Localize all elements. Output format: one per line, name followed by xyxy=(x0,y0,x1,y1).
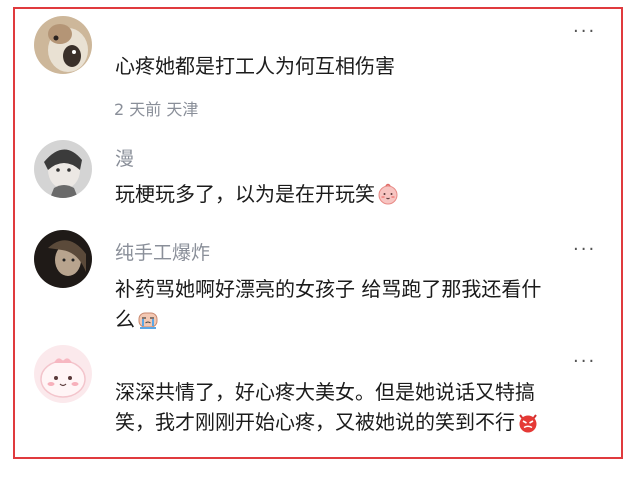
comment-text-line: 深深共情了，好心疼大美女。但是她说话又特搞 xyxy=(115,380,535,404)
comment-text: 补药骂她啊好漂亮的女孩子 给骂跑了那我还看什 么 xyxy=(115,274,541,334)
more-options-button[interactable]: ··· xyxy=(573,23,596,41)
crying-face-icon xyxy=(137,308,159,330)
comment-2: 漫 玩梗玩多了，以为是在开玩笑 xyxy=(15,129,621,221)
comment-3: 纯手工爆炸 ··· 补药骂她啊好漂亮的女孩子 给骂跑了那我还看什 么 xyxy=(15,221,621,339)
comment-1: ··· 心疼她都是打工人为何互相伤害 2 天前 天津 xyxy=(15,9,621,129)
comment-meta: 2 天前 天津 xyxy=(114,100,199,119)
comment-text-line: 心疼她都是打工人为何互相伤害 xyxy=(115,54,395,78)
avatar[interactable] xyxy=(34,140,92,198)
comment-text: 心疼她都是打工人为何互相伤害 xyxy=(115,51,395,81)
avatar[interactable] xyxy=(34,345,92,403)
comment-text-line: 玩梗玩多了，以为是在开玩笑 xyxy=(115,182,375,206)
comment-text-line: 补药骂她啊好漂亮的女孩子 给骂跑了那我还看什 xyxy=(115,277,542,301)
avatar[interactable] xyxy=(34,16,92,74)
comment-list: ··· 心疼她都是打工人为何互相伤害 2 天前 天津 漫 玩梗玩多了，以为是在开… xyxy=(13,7,623,459)
avatar[interactable] xyxy=(34,230,92,288)
comment-text: 玩梗玩多了，以为是在开玩笑 xyxy=(115,179,399,209)
comment-text-line: 笑，我才刚刚开始心疼，又被她说的笑到不行 xyxy=(115,410,515,434)
comment-text-line: 么 xyxy=(115,307,135,331)
comment-4: ··· 深深共情了，好心疼大美女。但是她说话又特搞 笑，我才刚刚开始心疼，又被她… xyxy=(15,339,621,459)
username[interactable]: 纯手工爆炸 xyxy=(115,238,210,265)
more-options-button[interactable]: ··· xyxy=(573,353,596,371)
comment-text: 深深共情了，好心疼大美女。但是她说话又特搞 笑，我才刚刚开始心疼，又被她说的笑到… xyxy=(115,377,539,437)
angry-devil-icon xyxy=(517,411,539,433)
blush-face-icon xyxy=(377,183,399,205)
username[interactable]: 漫 xyxy=(115,144,134,171)
more-options-button[interactable]: ··· xyxy=(573,241,596,259)
